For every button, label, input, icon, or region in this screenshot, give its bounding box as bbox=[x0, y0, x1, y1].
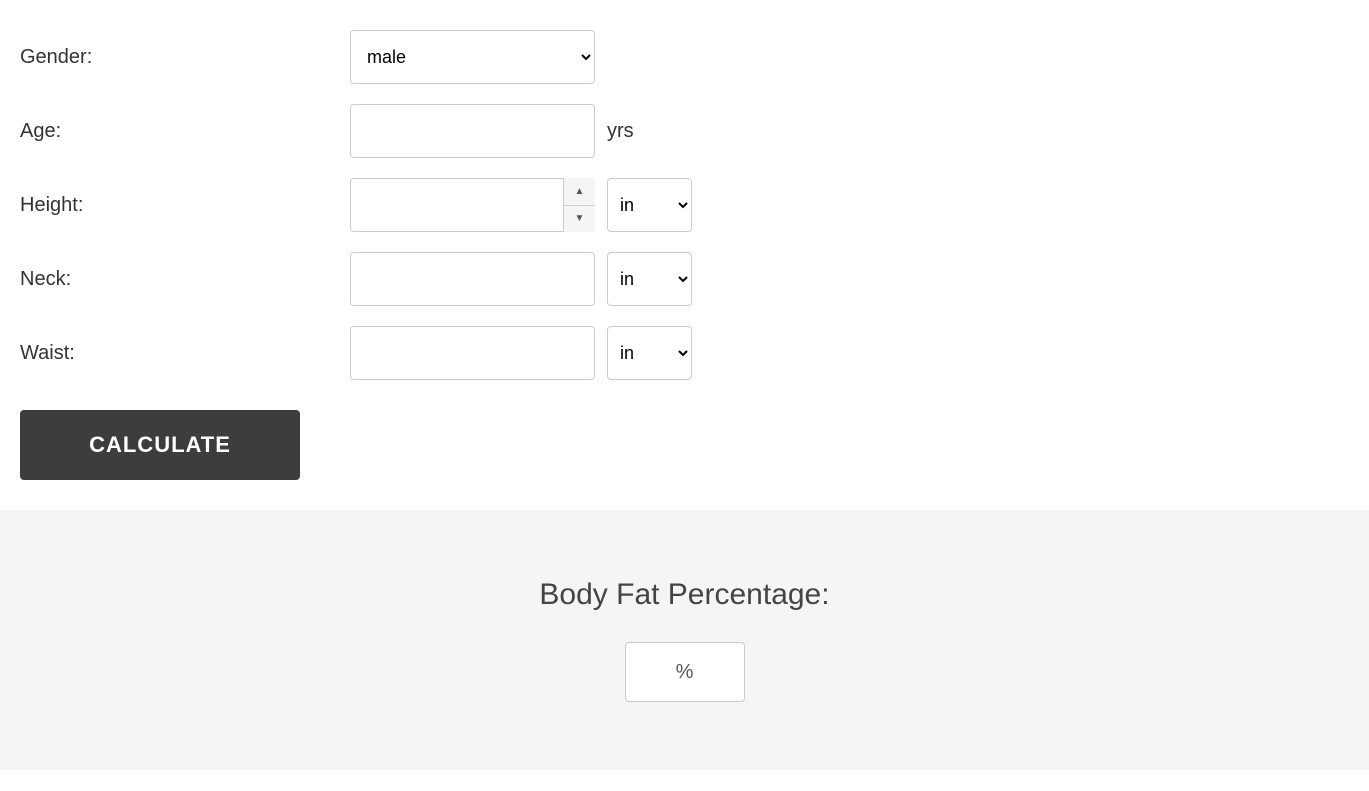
height-input-wrapper: ▲ ▼ bbox=[350, 178, 595, 232]
neck-unit-select[interactable]: in cm bbox=[607, 252, 692, 306]
result-title: Body Fat Percentage: bbox=[539, 578, 829, 612]
height-unit-select[interactable]: in cm bbox=[607, 178, 692, 232]
waist-unit-select[interactable]: in cm bbox=[607, 326, 692, 380]
height-row: Height: ▲ ▼ in cm bbox=[20, 178, 1349, 232]
waist-input[interactable] bbox=[350, 326, 595, 380]
neck-row: Neck: in cm bbox=[20, 252, 1349, 306]
result-section: Body Fat Percentage: % bbox=[0, 510, 1369, 770]
result-value: % bbox=[676, 661, 694, 684]
calculate-button[interactable]: CALCULATE bbox=[20, 410, 300, 480]
height-input[interactable] bbox=[350, 178, 595, 232]
calculate-button-row: CALCULATE bbox=[20, 400, 1349, 490]
gender-label: Gender: bbox=[20, 46, 350, 69]
age-input[interactable] bbox=[350, 104, 595, 158]
height-spinner: ▲ ▼ bbox=[563, 178, 595, 232]
age-unit-label: yrs bbox=[607, 120, 634, 143]
neck-label: Neck: bbox=[20, 268, 350, 291]
height-increment-button[interactable]: ▲ bbox=[564, 178, 595, 206]
age-row: Age: yrs bbox=[20, 104, 1349, 158]
neck-input[interactable] bbox=[350, 252, 595, 306]
calculator-form: Gender: male female Age: yrs Height: ▲ ▼… bbox=[0, 0, 1369, 510]
gender-row: Gender: male female bbox=[20, 30, 1349, 84]
gender-select[interactable]: male female bbox=[350, 30, 595, 84]
height-decrement-button[interactable]: ▼ bbox=[564, 206, 595, 233]
result-box: % bbox=[625, 642, 745, 702]
waist-label: Waist: bbox=[20, 342, 350, 365]
height-label: Height: bbox=[20, 194, 350, 217]
waist-row: Waist: in cm bbox=[20, 326, 1349, 380]
age-label: Age: bbox=[20, 120, 350, 143]
